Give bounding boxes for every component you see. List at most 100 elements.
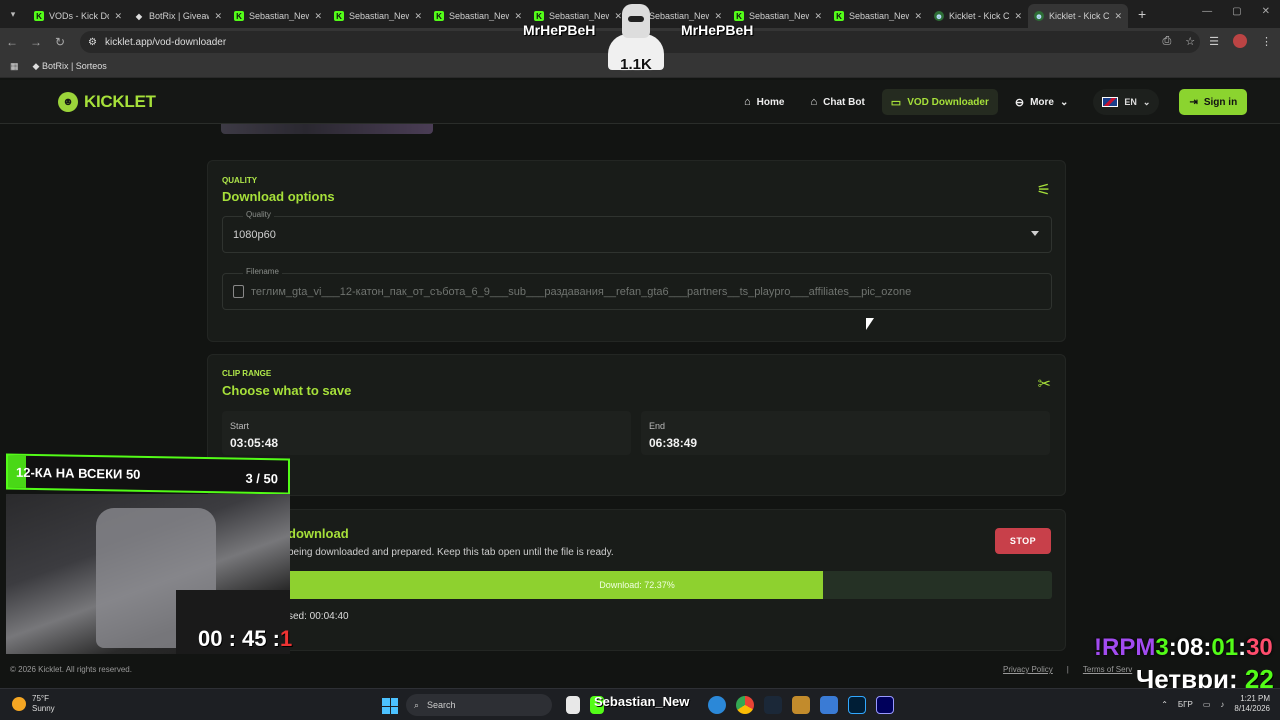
nav-more[interactable]: ⊖ More ⌄ xyxy=(1006,89,1078,115)
filename-field[interactable]: Filename теглим_gta_vi___12-катон_пак_от… xyxy=(222,267,1052,310)
maximize-icon[interactable]: ▢ xyxy=(1232,6,1241,17)
tab-close-icon[interactable]: ✕ xyxy=(414,11,422,22)
premiere-icon[interactable] xyxy=(876,696,894,714)
start-value: 03:05:48 xyxy=(230,436,279,450)
video-icon: ▭ xyxy=(890,96,902,109)
edge-icon[interactable] xyxy=(708,696,726,714)
nav-vod-downloader[interactable]: ▭ VOD Downloader xyxy=(881,89,998,115)
browser-tab[interactable]: K Sebastian_New ✕ xyxy=(328,4,428,28)
elapsed-time: sed: 00:04:40 xyxy=(288,611,349,622)
tab-search-icon[interactable]: ▾ xyxy=(4,5,22,23)
kick-favicon-icon: K xyxy=(434,11,444,21)
stop-button[interactable]: STOP xyxy=(995,528,1051,554)
install-app-icon[interactable]: ⎙ xyxy=(1162,35,1171,48)
tab-close-icon[interactable]: ✕ xyxy=(814,11,822,22)
taskbar-search[interactable]: ⌕ Search xyxy=(406,694,552,716)
tab-close-icon[interactable]: ✕ xyxy=(114,11,122,22)
clock[interactable]: 1:21 PM 8/14/2026 xyxy=(1234,694,1270,714)
nav-home[interactable]: ⌂ Home xyxy=(735,89,793,115)
overlay-rpm: !RPM3:08:01:30 xyxy=(1094,634,1273,662)
overlay-name-right: MrHePBeH xyxy=(681,22,754,38)
blue-app-icon[interactable] xyxy=(820,696,838,714)
weather-text: 75°F Sunny xyxy=(32,694,55,714)
media-icon[interactable]: ☰ xyxy=(1209,35,1219,48)
reload-icon[interactable]: ↻ xyxy=(48,35,72,49)
photoshop-icon[interactable] xyxy=(848,696,866,714)
mouse-cursor-icon xyxy=(866,318,874,330)
language-indicator[interactable]: БГР xyxy=(1178,700,1193,709)
overlay-name-left: MrHePBeH xyxy=(523,22,596,38)
browser-tab[interactable]: ◆ BotRix | Giveaw ✕ xyxy=(128,4,228,28)
url-text: kicklet.app/vod-downloader xyxy=(104,36,227,48)
bookmark-botrix[interactable]: ◆ BotRix | Sorteos xyxy=(33,61,107,72)
tab-close-icon[interactable]: ✕ xyxy=(714,11,722,22)
card-eyebrow: CLIP RANGE xyxy=(222,369,272,378)
search-label: Search xyxy=(427,700,456,710)
browser-tab[interactable]: ☻ Kicklet - Kick C ✕ xyxy=(1028,4,1128,28)
site-footer: © 2026 Kicklet. All rights reserved. Pri… xyxy=(0,660,1280,680)
tab-close-icon[interactable]: ✕ xyxy=(314,11,322,22)
tray-overflow-icon[interactable]: ⌃ xyxy=(1161,700,1168,709)
chrome-icon[interactable] xyxy=(736,696,754,714)
volume-icon[interactable]: ♪ xyxy=(1220,700,1224,709)
browser-menu-icon[interactable]: ⋮ xyxy=(1261,35,1272,48)
tab-label: BotRix | Giveaw xyxy=(149,11,210,21)
tab-close-icon[interactable]: ✕ xyxy=(514,11,522,22)
tab-label: Kicklet - Kick C xyxy=(1049,11,1110,21)
tab-label: Kicklet - Kick C xyxy=(949,11,1010,21)
site-info-icon[interactable]: ⚙ xyxy=(88,37,97,48)
stop-label: STOP xyxy=(1009,536,1037,546)
file-icon xyxy=(233,285,244,298)
privacy-link[interactable]: Privacy Policy xyxy=(1003,665,1053,674)
nav-chat-bot[interactable]: ⌂ Chat Bot xyxy=(801,89,873,115)
kicklet-logo[interactable]: ☻ KICKLET xyxy=(58,92,156,112)
back-icon[interactable]: ← xyxy=(0,35,24,49)
apps-grid-icon[interactable]: ▦ xyxy=(10,61,19,72)
download-progress-card: download being downloaded and prepared. … xyxy=(207,509,1066,651)
card-title: Download options xyxy=(222,189,335,204)
steam-icon[interactable] xyxy=(764,696,782,714)
dropdown-arrow-icon xyxy=(1031,231,1039,236)
new-tab-icon[interactable]: + xyxy=(1138,6,1146,22)
viewer-count: 1.1K xyxy=(620,56,652,73)
kick-favicon-icon: K xyxy=(834,11,844,21)
tab-label: Sebastian_New xyxy=(549,11,610,21)
terms-link[interactable]: Terms of Serv xyxy=(1083,665,1132,674)
quality-select[interactable]: Quality 1080p60 xyxy=(222,210,1052,253)
game-app-icon[interactable] xyxy=(792,696,810,714)
language-selector[interactable]: EN ⌄ xyxy=(1093,89,1160,115)
bookmark-star-icon[interactable]: ☆ xyxy=(1185,35,1195,48)
uk-flag-icon xyxy=(1102,97,1119,107)
chevron-down-icon: ⌄ xyxy=(1142,96,1151,107)
weather-widget[interactable]: 75°F Sunny xyxy=(12,694,55,714)
logo-mark-icon: ☻ xyxy=(58,92,78,112)
logo-text: KICKLET xyxy=(84,92,156,111)
sliders-icon: ⚟ xyxy=(1036,182,1051,199)
rpm-sep1: :08: xyxy=(1168,634,1212,661)
windows-start-icon[interactable] xyxy=(382,698,398,714)
overlay-giveaway-banner: 12-КА НА ВСЕКИ 50 3 / 50 xyxy=(6,453,290,495)
chevron-down-icon: ⌄ xyxy=(1060,96,1069,108)
tab-close-icon[interactable]: ✕ xyxy=(914,11,922,22)
sign-in-button[interactable]: ⇥ Sign in xyxy=(1179,89,1248,115)
forward-icon[interactable]: → xyxy=(24,35,48,49)
browser-tab[interactable]: K Sebastian_New ✕ xyxy=(228,4,328,28)
browser-tab[interactable]: K Sebastian_New ✕ xyxy=(428,4,528,28)
close-window-icon[interactable]: ✕ xyxy=(1262,6,1270,17)
browser-tab[interactable]: K Sebastian_New ✕ xyxy=(828,4,928,28)
tab-close-icon[interactable]: ✕ xyxy=(1114,11,1122,22)
tab-close-icon[interactable]: ✕ xyxy=(1014,11,1022,22)
end-time-box[interactable]: End 06:38:49 xyxy=(641,411,1050,455)
browser-tab[interactable]: K VODs - Kick Do ✕ xyxy=(28,4,128,28)
tab-label: Sebastian_New xyxy=(349,11,410,21)
progress-text: Download: 72.37% xyxy=(599,580,675,590)
start-time-box[interactable]: Start 03:05:48 xyxy=(222,411,631,455)
file-explorer-icon[interactable] xyxy=(566,696,580,714)
network-icon[interactable]: ▭ xyxy=(1203,700,1211,709)
minimize-icon[interactable]: — xyxy=(1202,6,1212,17)
browser-tab[interactable]: ☻ Kicklet - Kick C ✕ xyxy=(928,4,1028,28)
tab-close-icon[interactable]: ✕ xyxy=(214,11,222,22)
profile-avatar[interactable] xyxy=(1233,34,1247,48)
kick-favicon-icon: K xyxy=(734,11,744,21)
home-icon: ⌂ xyxy=(744,96,751,108)
